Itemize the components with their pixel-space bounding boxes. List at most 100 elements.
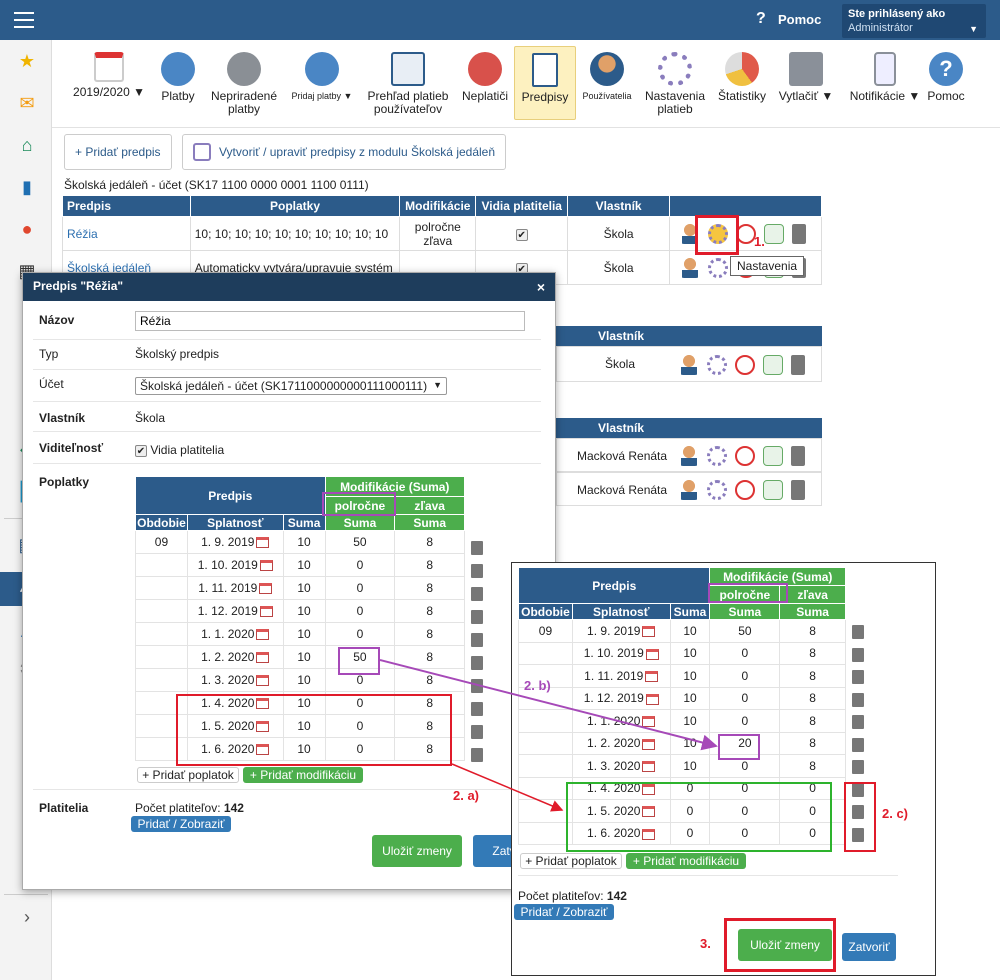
- gear-icon[interactable]: [707, 355, 727, 375]
- trash-icon[interactable]: [471, 633, 483, 647]
- gear-icon[interactable]: [707, 446, 727, 466]
- checkbox[interactable]: ✔: [515, 228, 528, 241]
- user-menu[interactable]: Ste prihlásený ako Administrátor ▼: [842, 4, 986, 38]
- trash-icon[interactable]: [471, 610, 483, 624]
- due-date-cell[interactable]: 1. 12. 2019: [186, 599, 284, 623]
- due-date-cell[interactable]: 1. 3. 2020: [571, 754, 671, 778]
- create-from-module-button[interactable]: Vytvoriť / upraviť predpisy z modulu Ško…: [182, 134, 507, 170]
- zlava-cell[interactable]: 8: [779, 641, 846, 665]
- user-icon[interactable]: [679, 446, 699, 466]
- zlava-cell[interactable]: 8: [394, 576, 465, 600]
- trash-icon[interactable]: [471, 748, 483, 762]
- polrocne-cell[interactable]: 0: [709, 664, 781, 688]
- year-selector[interactable]: 2019/2020 ▼: [72, 46, 146, 120]
- clock-icon[interactable]: [735, 355, 755, 375]
- amount-cell[interactable]: 10: [282, 530, 326, 554]
- toolbar-notifikacie[interactable]: Notifikácie ▼: [840, 46, 930, 120]
- help-link[interactable]: Pomoc: [778, 12, 821, 27]
- zlava-cell[interactable]: 8: [394, 622, 465, 646]
- trash-icon[interactable]: [852, 647, 864, 662]
- star-icon[interactable]: ★: [16, 50, 38, 72]
- gear-icon[interactable]: [707, 480, 727, 500]
- calendar-icon[interactable]: [259, 583, 273, 595]
- due-date-cell[interactable]: 1. 9. 2019: [186, 530, 284, 554]
- toolbar-predpisy[interactable]: Predpisy: [514, 46, 576, 120]
- polrocne-cell[interactable]: 0: [324, 599, 396, 623]
- zlava-cell[interactable]: 8: [394, 668, 465, 692]
- polrocne-cell[interactable]: 0: [709, 641, 781, 665]
- due-date-cell[interactable]: 1. 3. 2020: [186, 668, 284, 692]
- amount-cell[interactable]: 10: [669, 641, 711, 665]
- zlava-cell[interactable]: 8: [779, 686, 846, 710]
- due-date-cell[interactable]: 1. 11. 2019: [571, 664, 671, 688]
- trash-icon[interactable]: [852, 625, 864, 639]
- book-icon[interactable]: ▮: [16, 176, 38, 198]
- zlava-cell[interactable]: 8: [394, 645, 465, 669]
- help-icon[interactable]: ?: [756, 10, 766, 28]
- amount-cell[interactable]: 10: [282, 599, 326, 623]
- due-date-cell[interactable]: 1. 1. 2020: [571, 709, 671, 733]
- add-document-icon[interactable]: [763, 446, 783, 466]
- trash-icon[interactable]: [471, 679, 483, 693]
- user-icon[interactable]: [680, 257, 700, 278]
- name-input[interactable]: [135, 311, 525, 331]
- trash-icon[interactable]: [852, 670, 864, 684]
- toolbar-nastavenia[interactable]: Nastavenia platieb: [638, 46, 712, 120]
- visibility-checkbox[interactable]: ✔ Vidia platitelia: [135, 443, 224, 457]
- toolbar-platby[interactable]: Platby: [150, 46, 206, 120]
- polrocne-cell[interactable]: 0: [324, 576, 396, 600]
- amount-cell[interactable]: 10: [282, 576, 326, 600]
- zoom-add-fee-button[interactable]: + Pridať poplatok: [520, 853, 622, 869]
- amount-cell[interactable]: 10: [669, 754, 711, 778]
- amount-cell[interactable]: 10: [669, 731, 711, 755]
- calendar-icon[interactable]: [645, 693, 659, 705]
- trash-icon[interactable]: [791, 355, 805, 375]
- toolbar-prehlad[interactable]: Prehľad platieb používateľov: [362, 46, 454, 120]
- zoom-add-mod-button[interactable]: + Pridať modifikáciu: [626, 853, 746, 869]
- toolbar-pomoc[interactable]: ? Pomoc: [922, 46, 970, 120]
- add-show-payers-button[interactable]: Pridať / Zobraziť: [131, 816, 231, 832]
- zlava-cell[interactable]: 8: [394, 530, 465, 554]
- due-date-cell[interactable]: 1. 10. 2019: [186, 553, 284, 577]
- calendar-icon[interactable]: [642, 738, 656, 750]
- trash-icon[interactable]: [471, 725, 483, 739]
- zlava-cell[interactable]: 8: [394, 599, 465, 623]
- due-date-cell[interactable]: 1. 2. 2020: [571, 731, 671, 755]
- clock-icon[interactable]: [735, 480, 755, 500]
- zlava-cell[interactable]: 8: [779, 709, 846, 733]
- trash-icon[interactable]: [471, 541, 483, 555]
- gear-icon[interactable]: [708, 257, 728, 278]
- add-mod-button[interactable]: + Pridať modifikáciu: [243, 767, 363, 783]
- toolbar-neplatici[interactable]: Neplatiči: [456, 46, 514, 120]
- amount-cell[interactable]: 10: [669, 619, 711, 643]
- due-date-cell[interactable]: 1. 10. 2019: [571, 641, 671, 665]
- trash-icon[interactable]: [792, 223, 806, 244]
- calendar-icon[interactable]: [256, 629, 270, 641]
- calendar-icon[interactable]: [642, 626, 656, 638]
- home-icon[interactable]: ⌂: [16, 134, 38, 156]
- save-button[interactable]: Uložiť zmeny: [372, 835, 462, 867]
- mail-icon[interactable]: ✉: [16, 92, 38, 114]
- due-date-cell[interactable]: 1. 2. 2020: [186, 645, 284, 669]
- polrocne-cell[interactable]: 50: [709, 619, 781, 643]
- zoom-close-button[interactable]: Zatvoriť: [842, 933, 896, 961]
- amount-cell[interactable]: 10: [669, 686, 711, 710]
- trash-icon[interactable]: [471, 564, 483, 578]
- calendar-icon[interactable]: [642, 716, 656, 728]
- zlava-cell[interactable]: 8: [779, 619, 846, 643]
- toolbar-pouzivatelia[interactable]: Používatelia: [578, 46, 636, 120]
- polrocne-cell[interactable]: 0: [324, 553, 396, 577]
- zoom-add-show-button[interactable]: Pridať / Zobraziť: [514, 904, 614, 920]
- calendar-icon[interactable]: [259, 560, 273, 572]
- trash-icon[interactable]: [852, 715, 864, 729]
- add-document-icon[interactable]: [763, 480, 783, 500]
- calendar-icon[interactable]: [645, 671, 659, 683]
- polrocne-cell[interactable]: 50: [324, 530, 396, 554]
- user-icon[interactable]: ●: [16, 218, 38, 240]
- account-select[interactable]: Školská jedáleň - účet (SK17110000000001…: [135, 377, 447, 395]
- menu-icon[interactable]: [14, 12, 34, 28]
- polrocne-cell[interactable]: 0: [709, 686, 781, 710]
- amount-cell[interactable]: 10: [282, 553, 326, 577]
- predpis-link[interactable]: Réžia: [62, 216, 191, 251]
- due-date-cell[interactable]: 1. 9. 2019: [571, 619, 671, 643]
